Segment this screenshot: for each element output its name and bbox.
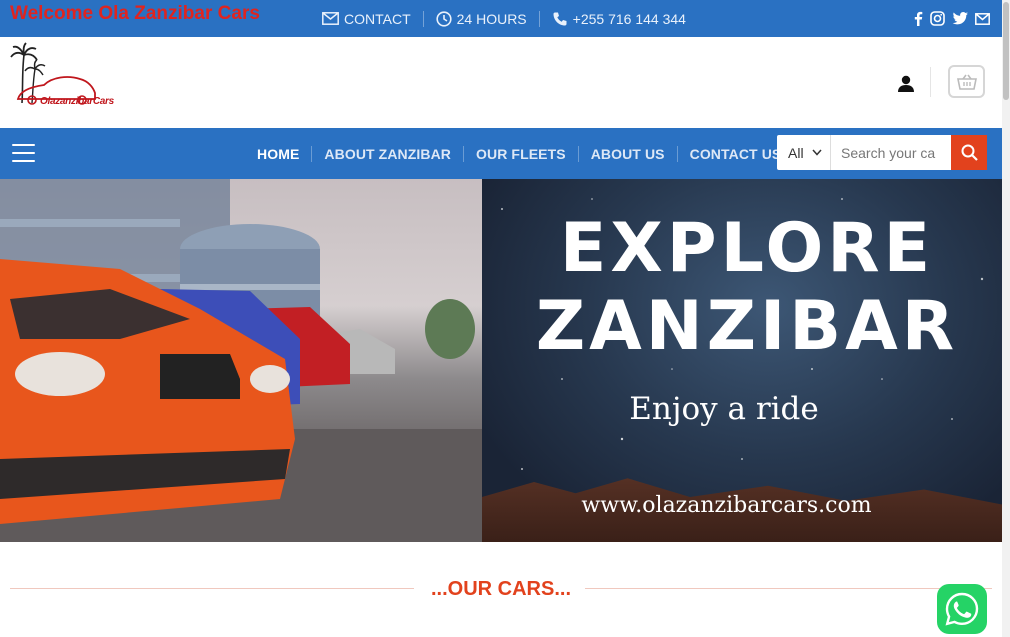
hours-label: 24 HOURS (456, 10, 527, 27)
search-category-value: All (788, 144, 804, 161)
hero-headline-line2: ZANZIBAR (535, 287, 959, 366)
whatsapp-button[interactable] (937, 584, 987, 634)
page: Welcome Ola Zanzibar Cars CONTACT 24 HOU… (0, 0, 1010, 637)
search-button[interactable] (951, 135, 987, 170)
phone-label: +255 716 144 344 (572, 10, 686, 27)
twitter-icon[interactable] (952, 12, 968, 25)
chevron-down-icon (812, 149, 822, 156)
top-contacts: CONTACT 24 HOURS +255 716 144 344 (322, 0, 686, 37)
cart-button[interactable] (948, 65, 985, 98)
welcome-text: Welcome Ola Zanzibar Cars (10, 3, 260, 24)
section-title: ...OUR CARS... (10, 578, 992, 601)
nav-item-about-us[interactable]: ABOUT US (579, 146, 677, 162)
instagram-icon[interactable] (930, 11, 945, 26)
mail-icon (322, 12, 339, 25)
social-links (913, 0, 990, 37)
logo-text: OlazanzibarCars (40, 96, 114, 107)
search-form: All (777, 135, 987, 170)
nav-item-about-zanzibar[interactable]: ABOUT ZANZIBAR (312, 146, 463, 162)
divider (538, 10, 540, 27)
hero-tagline: Enjoy a ride (629, 391, 819, 427)
divider (930, 67, 931, 97)
nav-links: HOME ABOUT ZANZIBAR OUR FLEETS ABOUT US … (245, 128, 793, 179)
contact-label: CONTACT (344, 10, 411, 27)
menu-icon[interactable] (12, 144, 35, 162)
contact-link[interactable]: CONTACT (322, 11, 411, 27)
user-icon (898, 75, 914, 92)
search-category-select[interactable]: All (777, 135, 831, 170)
our-cars-heading: ...OUR CARS... (10, 575, 992, 603)
parked-cars-image (0, 179, 482, 542)
nav-item-home[interactable]: HOME (245, 146, 311, 162)
facebook-icon[interactable] (913, 11, 923, 26)
hero-text-panel: EXPLORE ZANZIBAR Enjoy a ride www.olazan… (482, 179, 1002, 542)
phone-link[interactable]: +255 716 144 344 (552, 11, 686, 27)
hero-cars-photo (0, 179, 482, 542)
top-bar: Welcome Ola Zanzibar Cars CONTACT 24 HOU… (0, 0, 1002, 37)
site-logo[interactable]: OlazanzibarCars (10, 41, 114, 111)
basket-icon (956, 74, 977, 90)
phone-icon (553, 12, 567, 25)
scrollbar-thumb[interactable] (1003, 2, 1009, 100)
hero-headline-line1: EXPLORE (559, 209, 935, 288)
hero-website: www.olazanzibarcars.com (581, 493, 872, 518)
whatsapp-icon (945, 592, 979, 626)
hours-item: 24 HOURS (436, 11, 527, 27)
nav-item-our-fleets[interactable]: OUR FLEETS (464, 146, 578, 162)
main-nav: HOME ABOUT ZANZIBAR OUR FLEETS ABOUT US … (0, 128, 1002, 179)
account-button[interactable] (897, 75, 915, 97)
hero-banner[interactable]: EXPLORE ZANZIBAR Enjoy a ride www.olazan… (0, 179, 1002, 542)
section-title-text: ...OUR CARS... (416, 578, 585, 600)
clock-icon (436, 10, 452, 27)
nav-item-contact-us[interactable]: CONTACT US (678, 146, 794, 162)
search-input[interactable] (831, 135, 951, 170)
divider (422, 10, 424, 27)
page-scrollbar[interactable] (1002, 0, 1010, 637)
site-header: OlazanzibarCars (0, 37, 1002, 128)
search-icon (961, 144, 978, 161)
mail-icon[interactable] (975, 12, 990, 25)
